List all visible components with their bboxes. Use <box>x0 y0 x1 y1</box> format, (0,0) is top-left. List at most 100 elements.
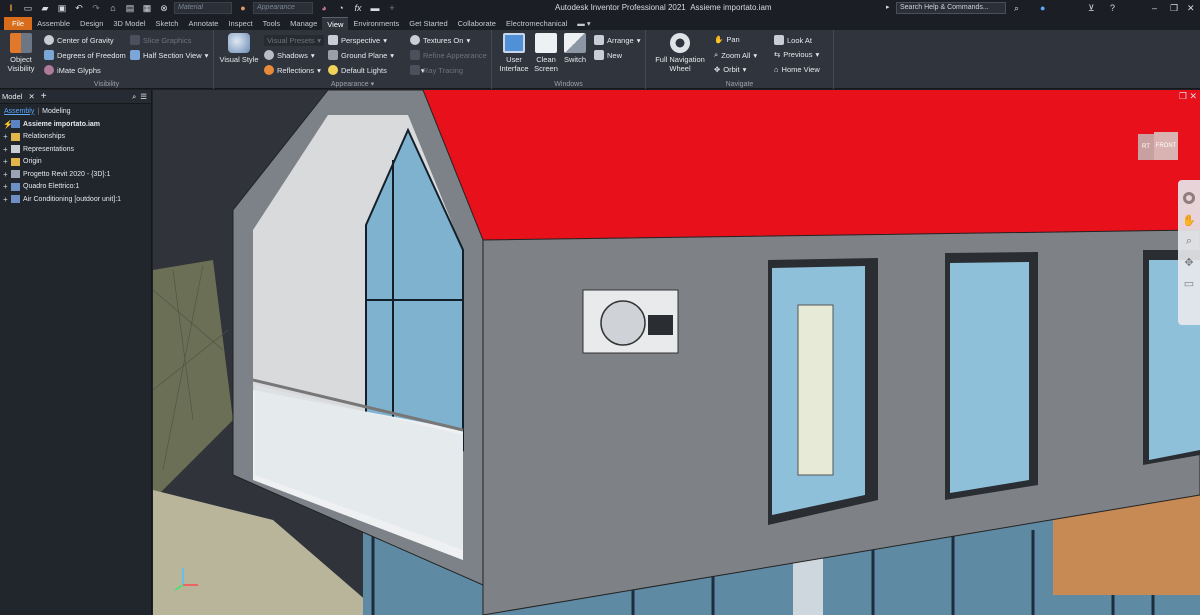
appearance-combo[interactable]: Appearance <box>253 2 313 14</box>
subtab-assembly[interactable]: Assembly <box>4 108 34 115</box>
expand-icon[interactable]: + <box>3 145 11 154</box>
undo-icon[interactable]: ↶ <box>72 2 86 14</box>
tab-tools[interactable]: Tools <box>258 17 286 30</box>
zoom-icon[interactable]: ⌕ <box>1178 235 1200 248</box>
orbit-button[interactable]: ✥ Orbit ▾ <box>714 65 746 74</box>
inventor-logo-icon[interactable]: I <box>4 2 18 14</box>
minimize-icon[interactable]: – <box>1152 2 1157 14</box>
tab-file[interactable]: File <box>4 17 33 30</box>
pan-hand-icon[interactable]: ✋ <box>1178 214 1200 227</box>
search-icon[interactable]: ⌕ <box>132 92 136 102</box>
tree-item-air-conditioning[interactable]: + Air Conditioning [outdoor unit]:1 <box>3 193 151 206</box>
full-navigation-wheel-button[interactable]: Full Navigation Wheel <box>650 33 710 73</box>
tree-item-relationships[interactable]: + Relationships <box>3 131 151 144</box>
half-section-view-button[interactable]: Half Section View ▾ <box>130 50 208 60</box>
imate-glyphs-icon <box>44 65 54 75</box>
menu-icon[interactable]: ☰ <box>140 92 147 101</box>
color-clear-icon[interactable]: ◔ <box>334 2 348 14</box>
tree-item-root[interactable]: ⚡ Assieme importato.iam <box>3 118 151 131</box>
visual-presets-combo[interactable]: Visual Presets ▾ <box>264 35 324 46</box>
expand-icon[interactable]: + <box>3 195 11 204</box>
refine-appearance-button[interactable]: Refine Appearance <box>410 50 487 60</box>
tree-item-quadro-elettrico[interactable]: + Quadro Elettrico:1 <box>3 181 151 194</box>
fx-icon[interactable]: fx <box>351 2 365 14</box>
home-icon[interactable]: ⌂ <box>106 2 120 14</box>
tab-environments[interactable]: Environments <box>348 17 404 30</box>
select-icon[interactable]: ▦ <box>140 2 154 14</box>
cart-icon[interactable]: ⊻ <box>1088 2 1095 14</box>
tab-assemble[interactable]: Assemble <box>32 17 75 30</box>
tab-annotate[interactable]: Annotate <box>183 17 223 30</box>
help-search-input[interactable]: Search Help & Commands... <box>896 2 1006 14</box>
viewcube[interactable]: RT FRONT <box>1138 126 1180 162</box>
visual-style-button[interactable]: Visual Style <box>218 33 260 64</box>
shadows-button[interactable]: Shadows ▾ <box>264 50 315 60</box>
restore-icon[interactable]: ❐ <box>1179 91 1187 101</box>
plus-icon[interactable]: + <box>41 91 47 102</box>
search-icon[interactable]: ⌕ <box>1014 2 1019 14</box>
previous-button[interactable]: ⇆ Previous ▾ <box>774 50 819 59</box>
expand-icon[interactable]: + <box>3 182 11 191</box>
ribbon-tabs: File Assemble Design 3D Model Sketch Ann… <box>0 16 1200 30</box>
new-icon[interactable]: ▭ <box>21 2 35 14</box>
material-combo[interactable]: Material <box>174 2 232 14</box>
ground-plane-button[interactable]: Ground Plane ▾ <box>328 50 394 60</box>
color-icon[interactable]: ◕ <box>317 2 331 14</box>
zoom-all-button[interactable]: ⌕ Zoom All ▾ <box>714 50 757 60</box>
steering-wheel-icon[interactable] <box>1183 192 1195 204</box>
look-at-icon[interactable]: ▭ <box>1178 277 1200 290</box>
tab-design[interactable]: Design <box>75 17 108 30</box>
expand-icon[interactable]: + <box>3 132 11 141</box>
tab-inspect[interactable]: Inspect <box>223 17 257 30</box>
expand-icon[interactable]: + <box>3 157 11 166</box>
open-icon[interactable]: ▰ <box>38 2 52 14</box>
home-view-button[interactable]: ⌂ Home View <box>774 65 820 74</box>
tab-collaborate[interactable]: Collaborate <box>453 17 501 30</box>
tab-manage[interactable]: Manage <box>285 17 322 30</box>
graphics-viewport[interactable]: RT FRONT ✋ ⌕ ✥ ▭ ❐ ✕ <box>153 90 1200 615</box>
center-of-gravity-button[interactable]: Center of Gravity <box>44 35 114 45</box>
viewcube-front-face[interactable]: FRONT <box>1154 132 1178 160</box>
new-window-button[interactable]: New <box>594 50 622 60</box>
redo-icon[interactable]: ↷ <box>89 2 103 14</box>
textures-on-button[interactable]: Textures On ▾ <box>410 35 470 45</box>
switch-button[interactable]: Switch <box>562 33 588 64</box>
close-icon[interactable]: ✕ <box>28 92 34 101</box>
arrange-button[interactable]: Arrange ▾ <box>594 35 640 45</box>
orbit-icon[interactable]: ✥ <box>1178 256 1200 269</box>
tree-item-representations[interactable]: + Representations <box>3 143 151 156</box>
expand-icon[interactable]: + <box>3 170 11 179</box>
tab-3d-model[interactable]: 3D Model <box>108 17 150 30</box>
subtab-modeling[interactable]: Modeling <box>42 108 70 115</box>
slice-graphics-button[interactable]: Slice Graphics <box>130 35 191 45</box>
user-icon[interactable]: ● <box>1040 2 1045 14</box>
navigation-bar[interactable]: ✋ ⌕ ✥ ▭ <box>1178 180 1200 325</box>
tab-get-started[interactable]: Get Started <box>404 17 452 30</box>
update-icon[interactable]: ▤ <box>123 2 137 14</box>
close-icon[interactable]: ✕ <box>1187 2 1195 14</box>
tree-item-revit-project[interactable]: + Progetto Revit 2020 - {3D}:1 <box>3 168 151 181</box>
measure-icon[interactable]: ▬ <box>368 2 382 14</box>
browser-tab-model[interactable]: Model <box>2 92 22 101</box>
tree-item-origin[interactable]: + Origin <box>3 156 151 169</box>
imate-glyphs-button[interactable]: iMate Glyphs <box>44 65 101 75</box>
ribbon-options-icon[interactable]: ▬ ▾ <box>572 17 595 30</box>
clean-screen-button[interactable]: Clean Screen <box>532 33 560 73</box>
tab-sketch[interactable]: Sketch <box>151 17 184 30</box>
tab-electromechanical[interactable]: Electromechanical <box>501 17 572 30</box>
tab-view[interactable]: View <box>322 17 349 30</box>
degrees-of-freedom-button[interactable]: Degrees of Freedom <box>44 50 126 60</box>
ray-tracing-button[interactable]: Ray Tracing <box>410 65 463 75</box>
help-icon[interactable]: ? <box>1110 2 1115 14</box>
viewcube-left-face[interactable]: RT <box>1138 134 1154 160</box>
perspective-button[interactable]: Perspective ▾ <box>328 35 387 45</box>
reflections-button[interactable]: Reflections ▾ <box>264 65 321 75</box>
look-at-button[interactable]: Look At <box>774 35 812 45</box>
save-icon[interactable]: ▣ <box>55 2 69 14</box>
restore-icon[interactable]: ❐ <box>1170 2 1178 14</box>
object-visibility-button[interactable]: Object Visibility <box>4 33 38 73</box>
pan-button[interactable]: ✋ Pan <box>714 35 740 44</box>
user-interface-button[interactable]: User Interface <box>496 33 532 73</box>
plus-icon[interactable]: + <box>385 2 399 14</box>
close-icon[interactable]: ✕ <box>1189 91 1197 101</box>
